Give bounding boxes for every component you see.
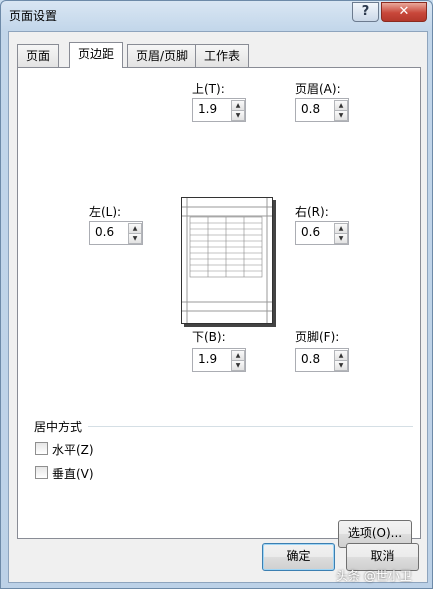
spin-down-icon[interactable]: ▼ — [128, 233, 142, 244]
top-margin-value[interactable]: 1.9 — [198, 102, 217, 116]
footer-margin-spinner[interactable]: 0.8 ▲ ▼ — [295, 348, 349, 372]
header-margin-spinner[interactable]: 0.8 ▲ ▼ — [295, 98, 349, 122]
ok-button[interactable]: 确定 — [262, 543, 335, 571]
bottom-margin-label: 下(B): — [192, 330, 226, 344]
center-on-page-group-label: 居中方式 — [34, 420, 83, 434]
header-margin-label: 页眉(A): — [295, 82, 341, 96]
close-button[interactable]: ✕ — [381, 2, 427, 22]
page-preview — [181, 197, 273, 324]
spin-down-icon[interactable]: ▼ — [334, 233, 348, 244]
vertical-checkbox[interactable] — [35, 466, 48, 479]
horizontal-checkbox[interactable] — [35, 442, 48, 455]
right-margin-value[interactable]: 0.6 — [301, 225, 320, 239]
footer-margin-label: 页脚(F): — [295, 330, 340, 344]
help-button[interactable]: ? — [352, 2, 379, 22]
spin-down-icon[interactable]: ▼ — [231, 110, 245, 121]
dialog-body: 页面 页边距 页眉/页脚 工作表 上(T): 1.9 ▲ ▼ 页眉(A): 0.8… — [8, 31, 428, 583]
tab-header-footer[interactable]: 页眉/页脚 — [127, 44, 198, 67]
tab-page[interactable]: 页面 — [17, 44, 60, 67]
top-margin-label: 上(T): — [192, 82, 225, 96]
right-margin-spinner[interactable]: 0.6 ▲ ▼ — [295, 221, 349, 245]
group-divider — [88, 426, 413, 427]
dialog-title: 页面设置 — [9, 9, 58, 23]
left-margin-label: 左(L): — [89, 205, 122, 219]
page-preview-graphic — [182, 198, 272, 323]
right-margin-label: 右(R): — [295, 205, 329, 219]
tab-sheet[interactable]: 工作表 — [195, 44, 250, 67]
spin-down-icon[interactable]: ▼ — [334, 360, 348, 371]
header-margin-value[interactable]: 0.8 — [301, 102, 320, 116]
page-setup-dialog: 页面设置 ? ✕ 页面 页边距 页眉/页脚 工作表 上(T): 1.9 ▲ ▼ 页… — [0, 0, 433, 589]
footer-margin-value[interactable]: 0.8 — [301, 352, 320, 366]
bottom-margin-spinner[interactable]: 1.9 ▲ ▼ — [192, 348, 246, 372]
margins-panel: 上(T): 1.9 ▲ ▼ 页眉(A): 0.8 ▲ ▼ 左(L): 0.6 ▲ ▼ … — [17, 67, 421, 548]
bottom-margin-value[interactable]: 1.9 — [198, 352, 217, 366]
watermark: 头条 @世小卫 — [336, 569, 412, 583]
left-margin-spinner[interactable]: 0.6 ▲ ▼ — [89, 221, 143, 245]
left-margin-value[interactable]: 0.6 — [95, 225, 114, 239]
top-margin-spinner[interactable]: 1.9 ▲ ▼ — [192, 98, 246, 122]
vertical-checkbox-label[interactable]: 垂直(V) — [52, 465, 94, 482]
horizontal-checkbox-label[interactable]: 水平(Z) — [52, 441, 94, 458]
spin-down-icon[interactable]: ▼ — [334, 110, 348, 121]
tab-margins[interactable]: 页边距 — [69, 42, 124, 68]
spin-down-icon[interactable]: ▼ — [231, 360, 245, 371]
